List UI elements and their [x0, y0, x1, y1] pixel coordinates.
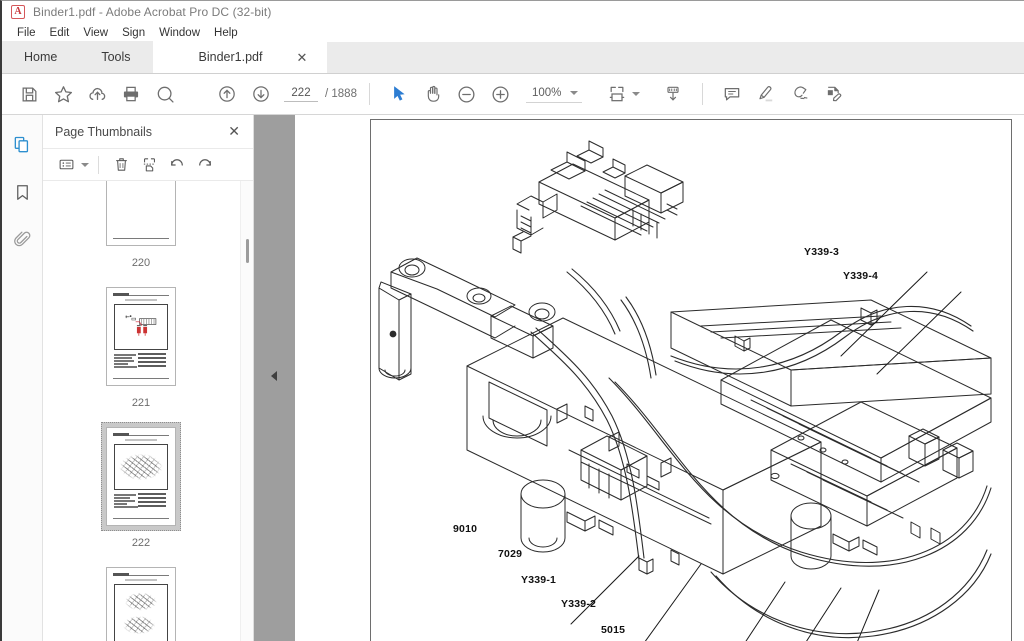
- tab-close-icon[interactable]: ✕: [292, 51, 311, 64]
- navigation-rail: [2, 115, 43, 641]
- thumbnail-item[interactable]: 223: [101, 553, 181, 641]
- menu-help[interactable]: Help: [207, 26, 245, 40]
- acrobat-logo-icon: [11, 5, 25, 19]
- thumbnails-scrollbar[interactable]: [240, 181, 253, 641]
- thumbnail-page-number: 222: [131, 537, 151, 549]
- callout-label-9010: 9010: [453, 523, 478, 535]
- tab-home[interactable]: Home: [2, 41, 80, 73]
- close-panel-icon[interactable]: ✕: [225, 123, 243, 140]
- page-thumbnails-header: Page Thumbnails ✕: [43, 115, 253, 148]
- pdf-page-222[interactable]: Y339-3 Y339-4 9010 7029 Y339-1 Y339-2 50…: [370, 119, 1012, 641]
- technical-assembly-drawing: [371, 120, 1011, 641]
- thumbnail-page-preview: [106, 287, 176, 386]
- zoom-in-button[interactable]: [484, 77, 518, 111]
- tab-tools[interactable]: Tools: [79, 41, 153, 73]
- page-scroll-mode-button[interactable]: [656, 77, 690, 111]
- window-title: Binder1.pdf - Adobe Acrobat Pro DC (32-b…: [33, 5, 272, 19]
- print-button[interactable]: [114, 77, 148, 111]
- tab-home-label: Home: [24, 50, 58, 64]
- menu-file[interactable]: File: [10, 26, 43, 40]
- add-comment-button[interactable]: [715, 77, 749, 111]
- rail-item-bookmarks[interactable]: [6, 176, 38, 208]
- star-button[interactable]: [46, 77, 80, 111]
- thumbnails-list: 220 221 222: [43, 181, 239, 641]
- thumbnail-options-button[interactable]: [53, 152, 79, 177]
- fill-and-sign-button[interactable]: [817, 77, 851, 111]
- next-page-button[interactable]: [244, 77, 278, 111]
- rotate-counterclockwise-button[interactable]: [164, 152, 190, 177]
- callout-label-y339-3: Y339-3: [804, 246, 840, 258]
- page-thumbnails-panel: Page Thumbnails ✕ 220 221 222: [43, 115, 254, 641]
- thumbnail-item[interactable]: 221: [101, 273, 181, 413]
- thumbnail-page-preview: [106, 181, 176, 246]
- zoom-level-value: 100%: [531, 87, 562, 99]
- save-button[interactable]: [12, 77, 46, 111]
- document-pane[interactable]: Y339-3 Y339-4 9010 7029 Y339-1 Y339-2 50…: [254, 115, 1024, 641]
- thumbnail-page-number: 221: [131, 397, 151, 409]
- cloud-upload-button[interactable]: [80, 77, 114, 111]
- previous-page-button[interactable]: [210, 77, 244, 111]
- menu-edit[interactable]: Edit: [43, 26, 77, 40]
- toolbar-divider-1: [368, 83, 370, 105]
- menu-sign[interactable]: Sign: [115, 26, 152, 40]
- thumbnails-toolbar-divider: [98, 155, 99, 174]
- rotate-clockwise-button[interactable]: [192, 152, 218, 177]
- zoom-level-dropdown[interactable]: 100%: [525, 85, 582, 103]
- extract-pages-button[interactable]: [136, 152, 162, 177]
- callout-label-5015: 5015: [601, 624, 626, 636]
- tab-tools-label: Tools: [101, 50, 131, 64]
- thumbnail-page-number: 220: [131, 257, 151, 269]
- thumbnails-scroll-area[interactable]: 220 221 222: [43, 181, 253, 641]
- thumbnails-scrollbar-thumb[interactable]: [246, 239, 249, 263]
- page-thumbnails-title: Page Thumbnails: [55, 124, 153, 139]
- thumbnail-item[interactable]: 220: [101, 181, 181, 273]
- fit-page-chevron-down-icon[interactable]: [631, 92, 640, 96]
- page-total-label: / 1888: [325, 88, 357, 100]
- thumbnail-page-preview: [106, 567, 176, 641]
- zoom-out-button[interactable]: [450, 77, 484, 111]
- delete-pages-button[interactable]: [108, 152, 134, 177]
- menu-view[interactable]: View: [76, 26, 115, 40]
- freehand-draw-button[interactable]: [783, 77, 817, 111]
- menu-window[interactable]: Window: [152, 26, 207, 40]
- tab-binder1-pdf[interactable]: Binder1.pdf ✕: [152, 41, 328, 73]
- hand-tool-button[interactable]: [416, 77, 450, 111]
- callout-label-y339-1: Y339-1: [521, 574, 557, 586]
- tab-binder1-pdf-label: Binder1.pdf: [198, 50, 263, 64]
- highlight-text-button[interactable]: [749, 77, 783, 111]
- callout-label-y339-4: Y339-4: [843, 270, 879, 282]
- page-number-input[interactable]: [284, 86, 318, 102]
- chevron-down-icon: [569, 91, 578, 95]
- page-thumbnails-toolbar: [43, 148, 253, 181]
- main-toolbar: / 1888 100%: [2, 74, 1024, 115]
- callout-label-7029: 7029: [498, 548, 523, 560]
- callout-label-y339-2: Y339-2: [561, 598, 597, 610]
- tab-strip: Home Tools Binder1.pdf ✕: [2, 41, 1024, 74]
- rail-item-page-thumbnails[interactable]: [6, 129, 38, 161]
- collapse-panel-arrow-icon[interactable]: [271, 371, 277, 381]
- thumbnail-item-selected[interactable]: 222: [101, 413, 181, 553]
- select-tool-button[interactable]: [382, 77, 416, 111]
- thumbnail-options-chevron-down-icon[interactable]: [81, 162, 89, 167]
- title-bar: Binder1.pdf - Adobe Acrobat Pro DC (32-b…: [2, 1, 1024, 23]
- rail-item-attachments[interactable]: [6, 223, 38, 255]
- fit-page-button[interactable]: [600, 77, 634, 111]
- acrobat-window: Binder1.pdf - Adobe Acrobat Pro DC (32-b…: [0, 0, 1024, 641]
- search-button[interactable]: [148, 77, 182, 111]
- thumbnail-page-preview: [106, 427, 176, 526]
- menu-bar: File Edit View Sign Window Help: [2, 23, 1024, 42]
- page-navigation: / 1888: [284, 86, 357, 102]
- toolbar-divider-2: [701, 83, 703, 105]
